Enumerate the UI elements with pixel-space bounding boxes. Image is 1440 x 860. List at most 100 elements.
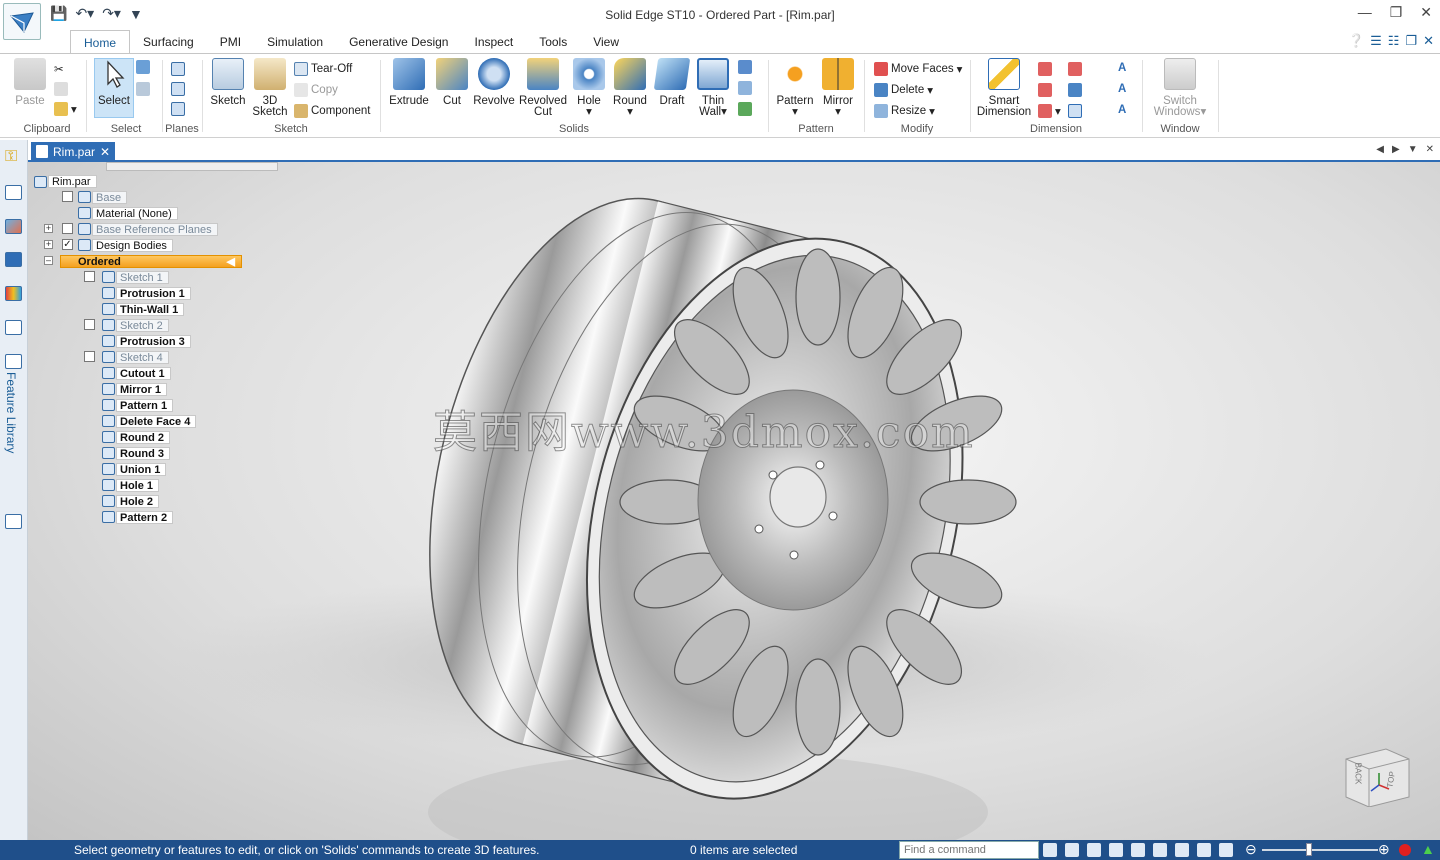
tree-feature[interactable]: Hole 1 xyxy=(116,479,160,492)
switch-windows-button[interactable]: Switch Windows▾ xyxy=(1148,58,1212,118)
solids-more-3[interactable] xyxy=(738,102,752,116)
tab-simulation[interactable]: Simulation xyxy=(254,30,336,54)
dim-tool-4[interactable] xyxy=(1068,62,1082,76)
annotation-button-2[interactable]: A xyxy=(1118,83,1126,95)
pathfinder-grip[interactable] xyxy=(106,162,278,171)
collapse-icon[interactable]: – xyxy=(44,256,53,265)
tab-home[interactable]: Home xyxy=(70,30,131,54)
plane-button-2[interactable] xyxy=(171,82,185,96)
cut-button[interactable]: Cut xyxy=(436,58,468,107)
design-bodies-checkbox[interactable]: ✓ xyxy=(62,239,73,250)
tree-feature[interactable]: Protrusion 3 xyxy=(116,335,191,348)
annotation-button-1[interactable]: A xyxy=(1118,62,1126,74)
feature-checkbox[interactable] xyxy=(84,271,95,282)
tree-feature[interactable]: Sketch 2 xyxy=(116,319,169,332)
feature-checkbox[interactable] xyxy=(84,319,95,330)
select-filter-button[interactable] xyxy=(136,60,150,74)
dim-tool-2[interactable] xyxy=(1038,83,1052,97)
dim-tool-5[interactable] xyxy=(1068,83,1082,97)
shading-icon[interactable] xyxy=(1197,843,1211,857)
tree-feature[interactable]: Round 2 xyxy=(116,431,170,444)
scroll-left-icon[interactable]: ◀ xyxy=(1376,144,1384,155)
viewcube-back-label[interactable]: BACK xyxy=(1353,763,1362,785)
paste-button[interactable]: Paste xyxy=(12,58,48,107)
select-tools-button[interactable] xyxy=(136,82,150,96)
tree-feature[interactable]: Pattern 1 xyxy=(116,399,174,412)
revolve-button[interactable]: Revolve xyxy=(472,58,516,107)
tree-design-bodies[interactable]: Design Bodies xyxy=(92,239,173,252)
delete-button[interactable]: Delete ▾ xyxy=(874,83,933,97)
pattern-button[interactable]: Pattern ▾ xyxy=(774,58,816,118)
plane-button-1[interactable] xyxy=(171,62,185,76)
zoom-icon[interactable] xyxy=(1087,843,1101,857)
sketch-button[interactable]: Sketch xyxy=(208,58,248,107)
tree-feature[interactable]: Delete Face 4 xyxy=(116,415,197,428)
tree-feature[interactable]: Hole 2 xyxy=(116,495,160,508)
graphics-viewport[interactable]: Rim.par Base Material (None) + Base Refe… xyxy=(28,162,1440,840)
tab-view[interactable]: View xyxy=(580,30,632,54)
tree-base[interactable]: Base xyxy=(92,191,128,204)
tree-base-reference-planes[interactable]: Base Reference Planes xyxy=(92,223,218,236)
library-tab-icon[interactable] xyxy=(5,354,22,369)
resize-button[interactable]: Resize ▾ xyxy=(874,104,935,118)
pathfinder-tab-icon[interactable] xyxy=(5,185,22,200)
move-faces-button[interactable]: Move Faces ▾ xyxy=(874,62,962,76)
key-icon[interactable]: ⚿ xyxy=(5,148,17,166)
close-tab-icon[interactable]: ✕ xyxy=(100,142,110,162)
extrude-button[interactable]: Extrude xyxy=(388,58,430,107)
tree-feature[interactable]: Protrusion 1 xyxy=(116,287,191,300)
document-tab[interactable]: Rim.par ✕ xyxy=(31,142,115,162)
zoom-area-icon[interactable] xyxy=(1065,843,1079,857)
tree-feature[interactable]: Round 3 xyxy=(116,447,170,460)
ref-planes-checkbox[interactable] xyxy=(62,223,73,234)
feature-library-tab[interactable]: Feature Library xyxy=(4,372,18,453)
arrange-icon[interactable]: ☷ xyxy=(1388,33,1400,49)
tab-pmi[interactable]: PMI xyxy=(207,30,254,54)
command-finder-input[interactable] xyxy=(899,841,1039,859)
feature-checkbox[interactable] xyxy=(84,351,95,362)
tree-feature[interactable]: Union 1 xyxy=(116,463,167,476)
help-icon[interactable]: ❔ xyxy=(1348,33,1364,49)
tree-feature[interactable]: Mirror 1 xyxy=(116,383,167,396)
revolved-cut-button[interactable]: Revolved Cut xyxy=(518,58,568,118)
settings-tab-icon[interactable] xyxy=(5,514,22,529)
scroll-right-icon[interactable]: ▶ xyxy=(1392,144,1400,155)
sketch-view-icon[interactable] xyxy=(1175,843,1189,857)
spin-icon[interactable] xyxy=(1153,843,1167,857)
solids-more-2[interactable] xyxy=(738,81,752,95)
upload-arrow-icon[interactable]: ▲ xyxy=(1421,841,1435,857)
expand-icon[interactable]: + xyxy=(44,224,53,233)
zoom-out-icon[interactable]: ⊖ xyxy=(1245,841,1257,858)
zoom-thumb[interactable] xyxy=(1306,843,1312,856)
hole-button[interactable]: Hole ▾ xyxy=(572,58,606,118)
tab-generative-design[interactable]: Generative Design xyxy=(336,30,461,54)
pan-arrow-icon[interactable] xyxy=(1043,843,1057,857)
copy-clip-button[interactable] xyxy=(54,82,68,96)
tree-ordered[interactable]: Ordered ◀ xyxy=(60,255,242,268)
base-checkbox[interactable] xyxy=(62,191,73,202)
zoom-slider[interactable] xyxy=(1262,849,1378,851)
tab-tools[interactable]: Tools xyxy=(526,30,580,54)
view-cube[interactable]: BACK TOP xyxy=(1341,747,1411,808)
tab-list-icon[interactable]: ▼ xyxy=(1408,144,1418,155)
cut-clip-button[interactable]: ✂ xyxy=(54,62,64,76)
tree-material[interactable]: Material (None) xyxy=(92,207,178,220)
select-button[interactable]: Select xyxy=(96,58,132,107)
dim-tool-3[interactable]: ▾ xyxy=(1038,104,1061,118)
tree-feature[interactable]: Cutout 1 xyxy=(116,367,171,380)
smart-dimension-button[interactable]: Smart Dimension xyxy=(976,58,1032,118)
close-icon[interactable]: ✕ xyxy=(1420,4,1432,21)
fit-icon[interactable] xyxy=(1109,843,1123,857)
tree-feature[interactable]: Sketch 1 xyxy=(116,271,169,284)
expand-icon[interactable]: + xyxy=(44,240,53,249)
round-button[interactable]: Round ▾ xyxy=(610,58,650,118)
component-button[interactable]: Component xyxy=(294,104,370,118)
mirror-button[interactable]: Mirror ▾ xyxy=(818,58,858,118)
close-all-icon[interactable]: ✕ xyxy=(1426,144,1434,155)
layers-tab-icon[interactable] xyxy=(5,219,22,234)
zoom-in-icon[interactable]: ⊕ xyxy=(1378,841,1390,858)
stop-icon[interactable] xyxy=(1399,844,1411,856)
color-tab-icon[interactable] xyxy=(5,286,22,301)
draft-button[interactable]: Draft xyxy=(653,58,691,107)
tab-inspect[interactable]: Inspect xyxy=(461,30,526,54)
